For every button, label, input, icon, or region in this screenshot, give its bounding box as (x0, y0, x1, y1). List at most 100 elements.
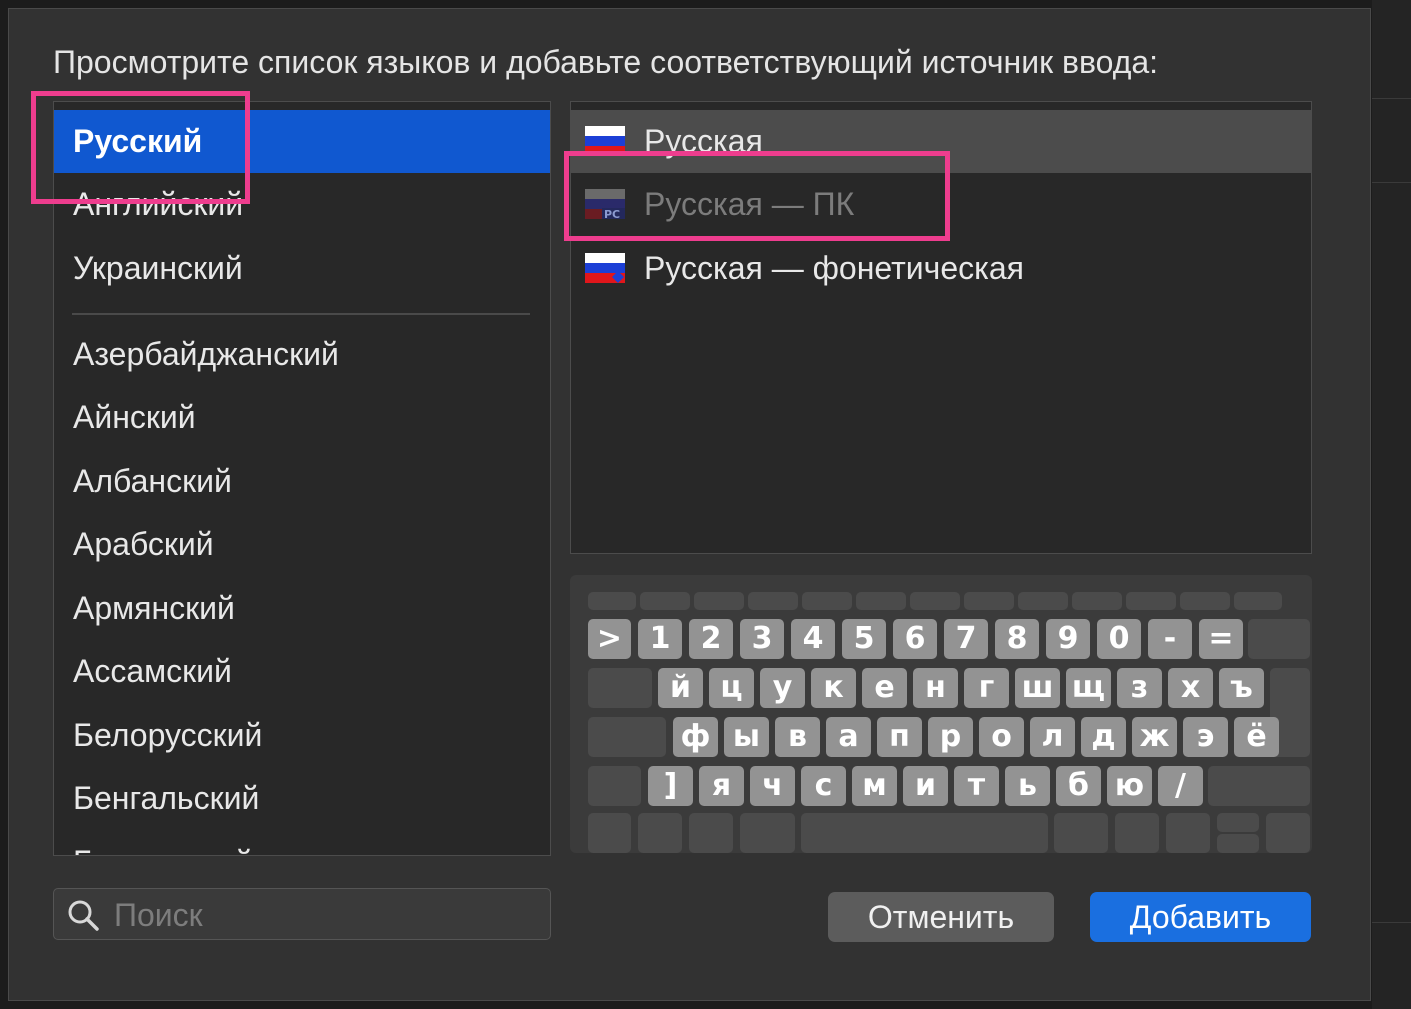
keycap: о (979, 717, 1024, 757)
keycap: м (852, 766, 897, 806)
language-item-burmese[interactable]: Бирманский (54, 831, 550, 855)
control-key (638, 813, 682, 853)
arrow-right-key (1266, 813, 1310, 853)
function-key (802, 592, 852, 610)
keycap: ы (724, 717, 769, 757)
keycap: ё (1234, 717, 1279, 757)
russia-flag-phonetic-icon (585, 253, 625, 283)
keycap: ч (750, 766, 795, 806)
keycap: ] (648, 766, 693, 806)
keycap: т (954, 766, 999, 806)
keycap: х (1168, 668, 1213, 708)
keycap: и (903, 766, 948, 806)
keycap: н (913, 668, 958, 708)
fn-key (588, 813, 631, 853)
keycap: 6 (893, 619, 937, 659)
keycap: я (699, 766, 744, 806)
delete-key (1248, 619, 1310, 659)
keyboard-layout-preview: > 1 2 3 4 5 6 7 8 9 0 - = й ц у к е н г … (570, 575, 1312, 853)
language-item-ainu[interactable]: Айнский (54, 386, 550, 449)
keycap: = (1199, 619, 1243, 659)
keycap: > (588, 619, 631, 659)
search-field[interactable] (53, 888, 551, 940)
language-item-armenian[interactable]: Армянский (54, 577, 550, 640)
keycap: 9 (1046, 619, 1090, 659)
space-bar (801, 813, 1048, 853)
left-shift-key (588, 766, 641, 806)
function-key (1234, 592, 1282, 610)
keycap: у (760, 668, 805, 708)
function-key (748, 592, 798, 610)
arrow-up-key (1217, 813, 1259, 832)
keycap: е (862, 668, 907, 708)
function-key (1180, 592, 1230, 610)
highlight-box (564, 151, 950, 241)
list-divider (72, 313, 530, 315)
arrow-left-key (1166, 813, 1210, 853)
keycap: щ (1066, 668, 1111, 708)
keycap: 3 (740, 619, 784, 659)
keycap: р (928, 717, 973, 757)
keycap: ь (1005, 766, 1050, 806)
language-item-assamese[interactable]: Ассамский (54, 640, 550, 703)
keycap: / (1158, 766, 1203, 806)
keycap: ю (1107, 766, 1152, 806)
language-item-belarusian[interactable]: Белорусский (54, 704, 550, 767)
keycap: л (1030, 717, 1075, 757)
keycap: ъ (1219, 668, 1264, 708)
input-source-label: Русская — фонетическая (644, 250, 1024, 286)
tab-key (588, 668, 652, 708)
function-key (910, 592, 960, 610)
keycap: ф (673, 717, 718, 757)
keycap: з (1117, 668, 1162, 708)
function-key (1072, 592, 1122, 610)
language-item-arabic[interactable]: Арабский (54, 513, 550, 576)
keycap: ц (709, 668, 754, 708)
keycap: г (964, 668, 1009, 708)
keycap: к (811, 668, 856, 708)
arrow-down-key (1217, 834, 1259, 853)
language-list[interactable]: Русский Английский Украинский Азербайджа… (53, 101, 551, 856)
keycap: ж (1132, 717, 1177, 757)
caps-lock-key (588, 717, 666, 757)
keycap: а (826, 717, 871, 757)
keycap: 2 (689, 619, 733, 659)
keycap: д (1081, 717, 1126, 757)
function-key (694, 592, 744, 610)
instruction-text: Просмотрите список языков и добавьте соо… (53, 44, 1159, 80)
keycap: 4 (791, 619, 835, 659)
right-shift-key (1208, 766, 1310, 806)
language-item-azerbaijani[interactable]: Азербайджанский (54, 323, 550, 386)
function-key (964, 592, 1014, 610)
keycap: с (801, 766, 846, 806)
keycap: 8 (995, 619, 1039, 659)
search-icon (68, 900, 99, 931)
function-key (1126, 592, 1176, 610)
function-key (640, 592, 690, 610)
language-item-albanian[interactable]: Албанский (54, 450, 550, 513)
keycap: 5 (842, 619, 886, 659)
command-key (740, 813, 795, 853)
background-window-edge (1372, 0, 1411, 1009)
language-item-ukrainian[interactable]: Украинский (54, 237, 550, 300)
highlight-box (31, 91, 250, 204)
keycap: 1 (638, 619, 682, 659)
language-item-bengali[interactable]: Бенгальский (54, 767, 550, 830)
function-key (1018, 592, 1068, 610)
right-command-key (1054, 813, 1108, 853)
keycap: п (877, 717, 922, 757)
keycap: 0 (1097, 619, 1141, 659)
keycap: й (658, 668, 703, 708)
add-button[interactable]: Добавить (1090, 892, 1311, 942)
input-source-russian-phonetic[interactable]: Русская — фонетическая (571, 237, 1311, 300)
right-option-key (1115, 813, 1159, 853)
keycap: в (775, 717, 820, 757)
keycap: ш (1015, 668, 1060, 708)
search-input[interactable] (112, 893, 536, 937)
function-key (588, 592, 636, 610)
cancel-button[interactable]: Отменить (828, 892, 1054, 942)
keycap: - (1148, 619, 1192, 659)
function-key (856, 592, 906, 610)
keycap: 7 (944, 619, 988, 659)
keycap: э (1183, 717, 1228, 757)
